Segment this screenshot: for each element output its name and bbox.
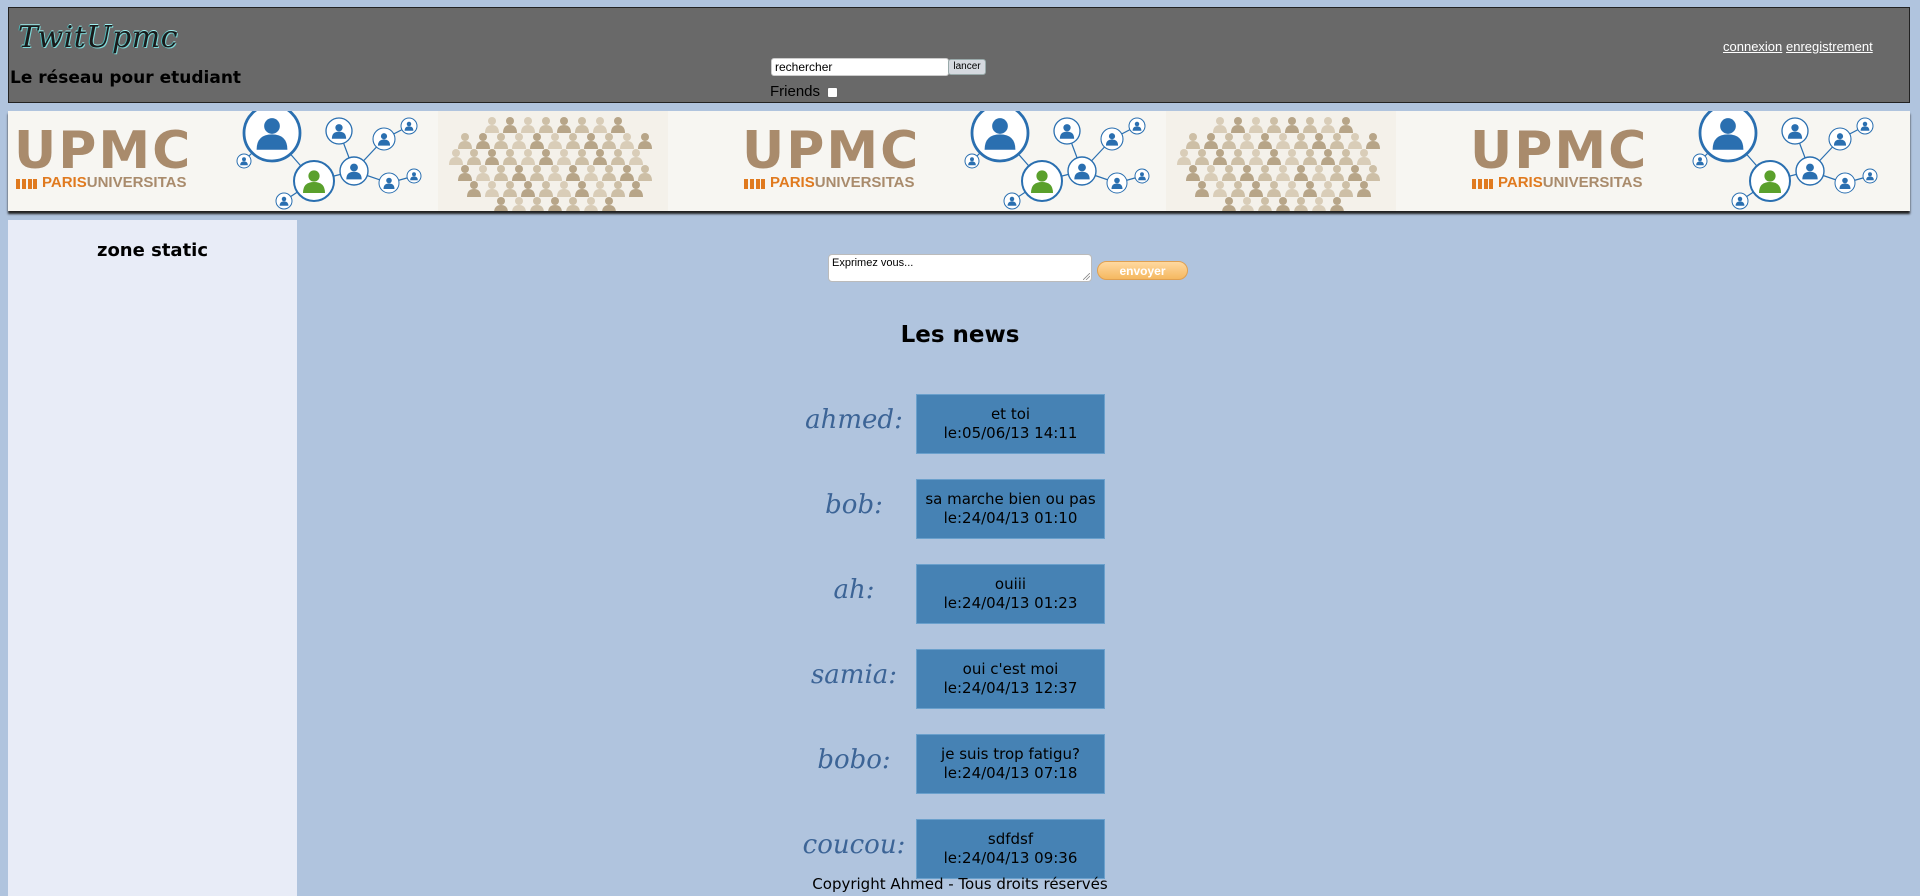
news-message: oui c'est moi xyxy=(962,660,1059,678)
news-card: ouiii le:24/04/13 01:23 xyxy=(916,564,1105,624)
network-illustration xyxy=(236,111,422,210)
upmc-mark-icon xyxy=(1472,179,1493,189)
banner-tile: UPMC PARISUNIVERSITAS xyxy=(1464,111,1910,211)
news-date: le:24/04/13 07:18 xyxy=(943,764,1078,782)
page: TwitUpmc Le réseau pour etudiant lancer … xyxy=(0,0,1920,896)
resize-grip-icon[interactable] xyxy=(1083,273,1090,280)
news-author[interactable]: ah: xyxy=(774,575,934,605)
news-card: sdfdsf le:24/04/13 09:36 xyxy=(916,819,1105,879)
news-date: le:24/04/13 12:37 xyxy=(943,679,1078,697)
sidebar: zone static xyxy=(8,220,297,896)
header: TwitUpmc Le réseau pour etudiant lancer … xyxy=(8,7,1910,103)
friends-label: Friends xyxy=(770,83,821,100)
upmc-subtitle: PARISUNIVERSITAS xyxy=(42,174,186,191)
news-date: le:24/04/13 09:36 xyxy=(943,849,1078,867)
upmc-logo-text: UPMC xyxy=(742,121,921,181)
send-button[interactable]: envoyer xyxy=(1097,261,1188,280)
upmc-subtitle-suffix: UNIVERSITAS xyxy=(86,174,187,191)
site-logo[interactable]: TwitUpmc xyxy=(18,20,178,55)
banner: UPMC PARISUNIVERSITAS UPMC PARISUNIVERSITAS… xyxy=(8,111,1910,211)
login-link[interactable]: connexion xyxy=(1723,39,1782,54)
network-illustration xyxy=(1692,111,1878,210)
news-title: Les news xyxy=(900,322,1020,348)
news-author[interactable]: bobo: xyxy=(774,745,934,775)
news-author[interactable]: samia: xyxy=(774,660,934,690)
upmc-subtitle: PARISUNIVERSITAS xyxy=(1498,174,1642,191)
news-date: le:24/04/13 01:23 xyxy=(943,594,1078,612)
upmc-mark-icon xyxy=(16,179,37,189)
upmc-subtitle-suffix: UNIVERSITAS xyxy=(1542,174,1643,191)
news-message: je suis trop fatigu? xyxy=(941,745,1080,763)
post-input[interactable]: Exprimez vous... xyxy=(828,254,1092,282)
news-card: et toi le:05/06/13 14:11 xyxy=(916,394,1105,454)
upmc-subtitle-prefix: PARIS xyxy=(1498,174,1543,191)
upmc-subtitle-prefix: PARIS xyxy=(42,174,87,191)
news-card: je suis trop fatigu? le:24/04/13 07:18 xyxy=(916,734,1105,794)
news-message: ouiii xyxy=(994,575,1027,593)
crowd-illustration xyxy=(1166,111,1396,211)
upmc-logo-text: UPMC xyxy=(14,121,193,181)
banner-tile: UPMC PARISUNIVERSITAS xyxy=(8,111,736,211)
news-message: sa marche bien ou pas xyxy=(925,490,1096,508)
news-author[interactable]: ahmed: xyxy=(774,405,934,435)
upmc-mark-icon xyxy=(744,179,765,189)
banner-tile: UPMC PARISUNIVERSITAS xyxy=(736,111,1464,211)
news-date: le:05/06/13 14:11 xyxy=(943,424,1078,442)
news-message: sdfdsf xyxy=(987,830,1034,848)
news-message: et toi xyxy=(990,405,1031,423)
upmc-subtitle: PARISUNIVERSITAS xyxy=(770,174,914,191)
crowd-illustration xyxy=(438,111,668,211)
upmc-subtitle-prefix: PARIS xyxy=(770,174,815,191)
news-card: oui c'est moi le:24/04/13 12:37 xyxy=(916,649,1105,709)
register-link[interactable]: enregistrement xyxy=(1786,39,1873,54)
search-input[interactable] xyxy=(771,58,949,76)
search-button[interactable]: lancer xyxy=(948,59,986,75)
news-date: le:24/04/13 01:10 xyxy=(943,509,1078,527)
news-author[interactable]: coucou: xyxy=(774,830,934,860)
site-tagline: Le réseau pour etudiant xyxy=(10,68,242,88)
news-author[interactable]: bob: xyxy=(774,490,934,520)
sidebar-title: zone static xyxy=(96,240,209,261)
news-card: sa marche bien ou pas le:24/04/13 01:10 xyxy=(916,479,1105,539)
upmc-logo-text: UPMC xyxy=(1470,121,1649,181)
network-illustration xyxy=(964,111,1150,210)
copyright-text: Copyright Ahmed - Tous droits réservés xyxy=(812,875,1108,893)
post-input-placeholder: Exprimez vous... xyxy=(832,257,914,269)
upmc-subtitle-suffix: UNIVERSITAS xyxy=(814,174,915,191)
friends-checkbox[interactable] xyxy=(827,87,838,98)
